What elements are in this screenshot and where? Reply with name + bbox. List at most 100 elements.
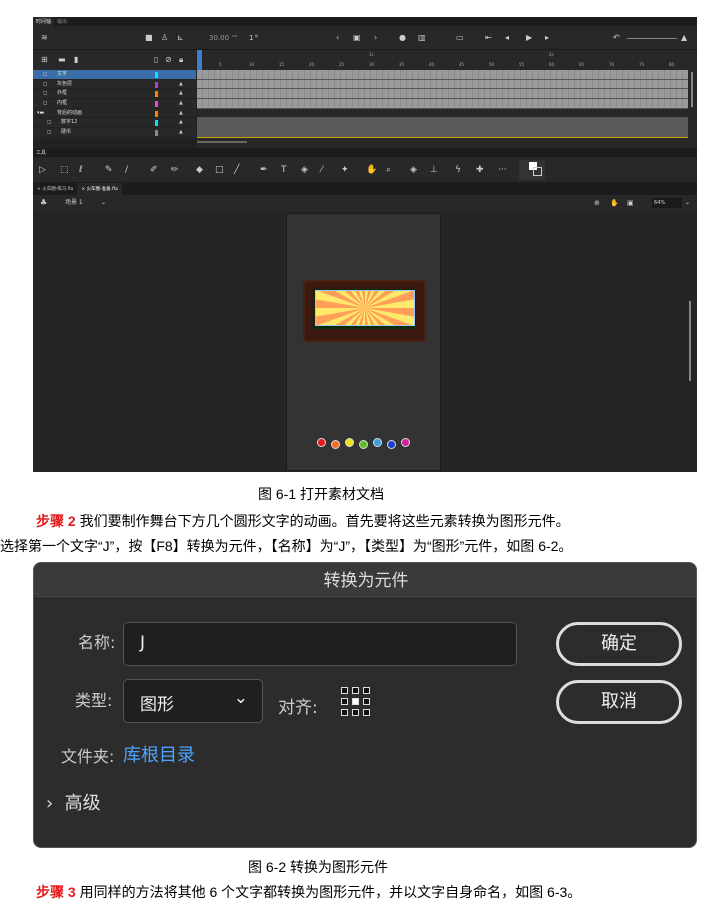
frame-size-slider[interactable]	[627, 38, 677, 39]
edit-multiple-icon[interactable]: ▥	[418, 33, 426, 43]
scene-name[interactable]: 场景 1	[65, 198, 83, 208]
timeline-scrollbar[interactable]	[688, 70, 697, 138]
go-first-icon[interactable]: ⇤	[485, 33, 492, 43]
layer-color-swatch[interactable]	[155, 130, 158, 137]
onion-skin-icon[interactable]: ●	[399, 33, 406, 43]
rectangle-tool-icon[interactable]: □	[215, 165, 224, 175]
lock-icon[interactable]: ▲	[179, 89, 183, 98]
registration-point[interactable]	[352, 709, 359, 716]
zoom-select[interactable]: 64%	[652, 198, 682, 208]
layer-color-swatch[interactable]	[155, 101, 158, 108]
camera-icon[interactable]: ■	[145, 33, 153, 43]
layer-color-swatch[interactable]	[155, 72, 158, 78]
lock-icon[interactable]: ▲	[179, 80, 183, 89]
3d-rotation-icon[interactable]: ◈	[410, 165, 417, 175]
registration-point[interactable]	[352, 698, 359, 705]
prev-keyframe-icon[interactable]: ‹	[336, 33, 339, 43]
lock-icon[interactable]: ▲	[179, 109, 183, 118]
registration-point[interactable]	[341, 687, 348, 694]
hand-tool-icon[interactable]: ✋	[366, 165, 377, 175]
letter-coin[interactable]	[401, 438, 410, 447]
keyframe-icon[interactable]: ▣	[353, 33, 361, 43]
tab-output[interactable]: 输出	[54, 17, 70, 26]
cancel-button[interactable]: 取消	[556, 680, 682, 724]
name-input[interactable]: J	[123, 622, 517, 666]
line-tool-icon[interactable]: ╱	[234, 165, 239, 175]
lock-icon[interactable]: ▲	[179, 128, 183, 137]
asset-warp-icon[interactable]: ⊥	[430, 165, 438, 175]
pin-icon[interactable]: ✦	[341, 165, 349, 175]
layer-color-swatch[interactable]	[155, 81, 158, 88]
layer-row[interactable]: ◻ 内框 ▲	[33, 99, 196, 109]
registration-point[interactable]	[341, 709, 348, 716]
trash-icon[interactable]: ▮	[74, 55, 78, 65]
playhead[interactable]	[197, 50, 202, 70]
more-tools-icon[interactable]: ···	[498, 165, 507, 175]
layer-color-swatch[interactable]	[155, 110, 158, 117]
layer-color-swatch[interactable]	[155, 91, 158, 98]
folder-icon[interactable]: ▬	[58, 55, 66, 65]
stage-scrollbar[interactable]	[689, 301, 691, 381]
frame-value[interactable]: 1	[249, 33, 253, 43]
frame-grid[interactable]	[197, 70, 688, 138]
eraser-icon[interactable]: ◆	[196, 165, 203, 175]
letter-coin[interactable]	[373, 438, 382, 447]
registration-point[interactable]	[363, 698, 370, 705]
layer-row[interactable]: ◻ 数字12 ▲	[33, 118, 196, 129]
layer-row[interactable]: ◻ 外框 ▲	[33, 89, 196, 100]
tab-timeline[interactable]: 时间轴	[33, 17, 55, 26]
lock-icon[interactable]: 🔒︎	[179, 55, 183, 65]
file-tab-active[interactable]: × 火车圈-准备.fla	[77, 183, 122, 195]
fps-value[interactable]: 30.00	[209, 33, 229, 43]
paint-brush-icon[interactable]: ✎	[105, 165, 113, 175]
pencil-icon[interactable]: ✏	[171, 165, 179, 175]
registration-point[interactable]	[363, 687, 370, 694]
color-swatches[interactable]	[519, 160, 545, 180]
stage-frame[interactable]	[303, 280, 426, 342]
layer-row[interactable]: ◻ 灰色层 ▲	[33, 80, 196, 90]
lock-icon[interactable]: ▲	[179, 118, 183, 127]
timeline-ruler[interactable]: 5 10 15 20 25 30 35 40 45 50 55 60 65 70 75 80 1s 2s	[197, 50, 697, 70]
layer-color-swatch[interactable]	[155, 120, 158, 127]
fit-icon[interactable]: ▣	[627, 198, 634, 208]
bind-tool-icon[interactable]: ✚	[476, 165, 484, 175]
layers-icon[interactable]: ≋	[41, 33, 48, 43]
letter-coin[interactable]	[387, 440, 396, 449]
chevron-down-icon[interactable]: ⌄	[101, 198, 106, 208]
file-tab[interactable]: × 火车圈-练习.fla	[33, 183, 77, 195]
add-layer-icon[interactable]: ⊞	[41, 55, 48, 65]
center-stage-icon[interactable]: ⊕	[594, 198, 600, 208]
registration-grid[interactable]	[341, 687, 371, 717]
mountain-icon[interactable]: ▲	[681, 33, 687, 43]
pen-tool-icon[interactable]: ✒	[260, 165, 268, 175]
layer-row[interactable]: ◻ 硬币 ▲	[33, 128, 196, 138]
paint-bucket-icon[interactable]: ◈	[301, 165, 308, 175]
stage[interactable]	[286, 213, 441, 471]
hide-icon[interactable]: ⊘	[165, 55, 172, 65]
zoom-tool-icon[interactable]: ⌕	[386, 165, 391, 175]
free-transform-icon[interactable]: ⬚	[60, 165, 69, 175]
eyedropper-icon[interactable]: ⁄	[321, 165, 323, 175]
step-back-icon[interactable]: ◂	[505, 33, 509, 43]
outline-icon[interactable]: ▯	[154, 55, 158, 65]
folder-link[interactable]: 库根目录	[123, 741, 195, 767]
advanced-toggle[interactable]: › 高级	[46, 789, 101, 815]
play-icon[interactable]: ▶	[526, 33, 532, 43]
brush-icon[interactable]: /	[125, 165, 128, 175]
scene-icon[interactable]: ♣	[40, 198, 47, 208]
letter-coin[interactable]	[331, 440, 340, 449]
layer-row[interactable]: ▾▬ 背后的动画 ▲	[33, 109, 196, 119]
letter-coin[interactable]	[345, 438, 354, 447]
graph-icon[interactable]: ⊾	[177, 33, 184, 43]
letter-coin[interactable]	[359, 440, 368, 449]
fluid-brush-icon[interactable]: ✐	[150, 165, 158, 175]
undo-icon[interactable]: ↶	[613, 33, 620, 43]
zoom-dropdown-icon[interactable]: ⌄	[685, 198, 690, 208]
next-keyframe-icon[interactable]: ›	[374, 33, 377, 43]
bone-tool-icon[interactable]: ϟ	[455, 165, 461, 175]
layer-row[interactable]: ◻ 文字	[33, 70, 196, 80]
text-tool-icon[interactable]: T	[281, 165, 287, 175]
loop-icon[interactable]: ▭	[456, 33, 464, 43]
step-forward-icon[interactable]: ▸	[545, 33, 549, 43]
hierarchy-icon[interactable]: ♙	[161, 33, 168, 43]
